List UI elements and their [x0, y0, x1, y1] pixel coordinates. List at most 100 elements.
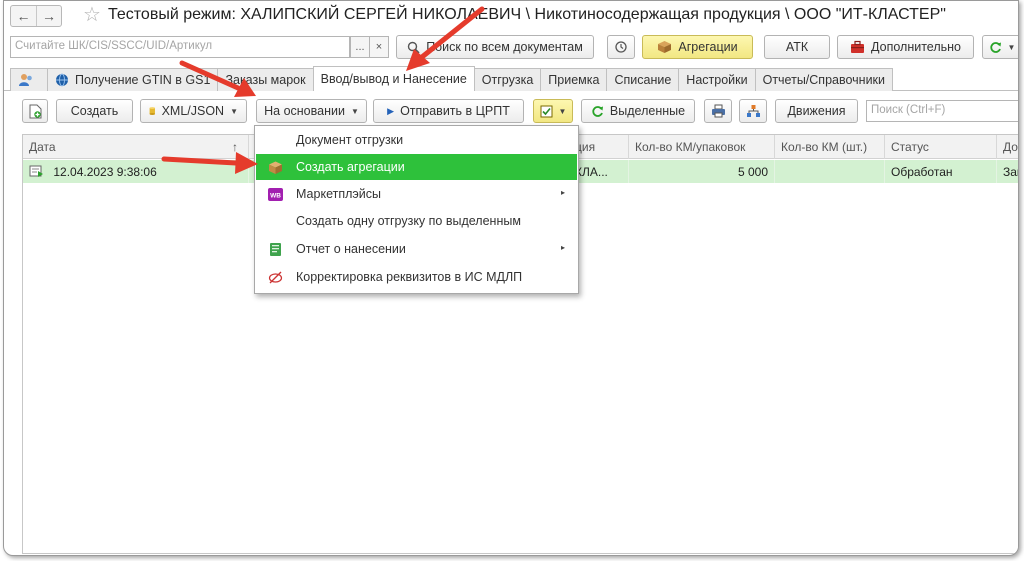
tab-mark-orders-label: Заказы марок [225, 73, 306, 87]
column-km-packages[interactable]: Кол-во КМ/упаковок [629, 135, 775, 159]
send-to-crpt-button[interactable]: ▶ Отправить в ЦРПТ [373, 99, 524, 123]
clock-history-icon [615, 41, 627, 53]
column-doc-type[interactable]: Док [997, 135, 1018, 159]
chevron-down-icon: ▼ [350, 106, 359, 116]
cell-km-packages: 5 000 [629, 160, 775, 183]
check-dropdown-button[interactable]: ▼ [533, 99, 573, 123]
refresh-dropdown-button[interactable]: ▼ [982, 35, 1018, 59]
xml-json-button[interactable]: XML/JSON ▼ [140, 99, 247, 123]
cell-status: Обработан [885, 160, 997, 183]
tab-reports[interactable]: Отчеты/Справочники [754, 68, 893, 91]
menu-item-label: Создать одну отгрузку по выделенным [296, 214, 521, 228]
report-icon [270, 243, 281, 256]
cell-date: 12.04.2023 9:38:06 [23, 160, 249, 183]
forward-arrow-icon[interactable]: → [36, 6, 61, 26]
menu-item-create-single-shipment[interactable]: Создать одну отгрузку по выделенным [256, 208, 577, 234]
menu-item-marketplaces[interactable]: WB Маркетплэйсы ▸ [256, 181, 577, 207]
tab-gtin-gs1[interactable]: Получение GTIN в GS1 [47, 68, 219, 91]
structure-button[interactable] [739, 99, 767, 123]
send-label: Отправить в ЦРПТ [400, 104, 510, 118]
sort-ascending-icon: ↑ [232, 140, 238, 154]
based-on-button[interactable]: На основании ▼ [256, 99, 367, 123]
create-button[interactable]: Создать [56, 99, 133, 123]
column-status[interactable]: Статус [885, 135, 997, 159]
submenu-arrow-icon: ▸ [560, 188, 565, 197]
printer-icon [711, 104, 725, 118]
tab-settings-label: Настройки [686, 73, 748, 87]
movements-label: Движения [787, 104, 846, 118]
tab-acceptance-label: Приемка [548, 73, 600, 87]
document-add-icon [29, 104, 41, 118]
cell-date-text: 12.04.2023 9:38:06 [53, 165, 157, 179]
wb-badge-text: WB [270, 193, 281, 200]
tab-acceptance[interactable]: Приемка [540, 68, 608, 91]
column-date[interactable]: Дата ↑ [23, 135, 249, 159]
column-km-pieces[interactable]: Кол-во КМ (шт.) [775, 135, 885, 159]
cell-km-pieces [775, 160, 885, 183]
chevron-down-icon: ▼ [230, 106, 238, 116]
print-button[interactable] [704, 99, 732, 123]
menu-item-label: Создать агрегации [296, 160, 405, 174]
play-icon: ▶ [387, 105, 395, 116]
column-date-label: Дата [29, 140, 56, 154]
box-icon [658, 41, 672, 53]
menu-item-application-report[interactable]: Отчет о нанесении ▸ [256, 236, 577, 262]
atk-label: АТК [785, 40, 809, 54]
scan-input[interactable]: Считайте ШК/CIS/SSCC/UID/Артикул [10, 36, 350, 58]
aggregations-button[interactable]: Агрегации [642, 35, 753, 59]
additional-label: Дополнительно [871, 40, 961, 54]
tab-gtin-gs1-label: Получение GTIN в GS1 [75, 73, 211, 87]
menu-item-create-aggregations[interactable]: Создать агрегации [256, 154, 577, 180]
search-input[interactable]: Поиск (Ctrl+F) [866, 100, 1018, 122]
chevron-down-icon: ▼ [1007, 42, 1016, 52]
menu-item-label: Отчет о нанесении [296, 242, 406, 256]
search-all-documents-button[interactable]: Поиск по всем документам [396, 35, 594, 59]
hierarchy-icon [746, 105, 760, 117]
based-on-label: На основании [264, 104, 345, 118]
wb-icon: WB [268, 188, 283, 201]
gs1-globe-icon [56, 73, 68, 87]
search-icon [407, 41, 420, 54]
database-icon [149, 107, 155, 115]
tab-users[interactable] [10, 68, 48, 91]
more-button[interactable]: ... [350, 36, 370, 58]
atk-button[interactable]: АТК [764, 35, 830, 59]
chevron-down-icon: ▼ [558, 106, 567, 116]
refresh-icon [592, 105, 603, 117]
tab-shipment[interactable]: Отгрузка [473, 68, 542, 91]
add-document-button[interactable] [22, 99, 48, 123]
submenu-arrow-icon: ▸ [560, 243, 565, 252]
menu-item-shipment-document[interactable]: Документ отгрузки [256, 127, 577, 153]
tab-mark-orders[interactable]: Заказы марок [217, 68, 314, 91]
aggregations-label: Агрегации [678, 40, 738, 54]
menu-item-label: Маркетплэйсы [296, 187, 381, 201]
tab-write-off-label: Списание [614, 73, 672, 87]
window-title: Тестовый режим: ХАЛИПСКИЙ СЕРГЕЙ НИКОЛАЕ… [108, 6, 946, 23]
clear-button[interactable]: × [369, 36, 389, 58]
back-arrow-icon[interactable]: ← [11, 6, 36, 26]
menu-item-mdlp-correction[interactable]: Корректировка реквизитов в ИС МДЛП [256, 264, 577, 290]
tab-reports-label: Отчеты/Справочники [762, 73, 885, 87]
tab-bar: Получение GTIN в GS1 Заказы марок Ввод/в… [10, 66, 893, 91]
checklist-icon [540, 105, 553, 117]
box-icon [269, 161, 282, 174]
tab-input-output[interactable]: Ввод/вывод и Нанесение [312, 66, 475, 91]
movements-button[interactable]: Движения [775, 99, 858, 123]
tab-input-output-label: Ввод/вывод и Нанесение [320, 72, 467, 86]
edit-icon [268, 271, 283, 284]
additional-button[interactable]: Дополнительно [837, 35, 974, 59]
based-on-menu: Документ отгрузки Создать агрегации WB М… [254, 125, 579, 294]
menu-item-label: Корректировка реквизитов в ИС МДЛП [296, 270, 523, 284]
selected-button[interactable]: Выделенные [581, 99, 695, 123]
menu-item-label: Документ отгрузки [296, 133, 404, 147]
app-window: ← → ☆ Тестовый режим: ХАЛИПСКИЙ СЕРГЕЙ Н… [3, 0, 1019, 556]
cell-doc-type: Зака [1003, 165, 1018, 179]
tab-shipment-label: Отгрузка [481, 73, 534, 87]
history-nav: ← → [10, 5, 62, 27]
tab-write-off[interactable]: Списание [606, 68, 680, 91]
favorite-star-icon[interactable]: ☆ [83, 4, 101, 26]
history-button[interactable] [607, 35, 635, 59]
xml-json-label: XML/JSON [161, 104, 225, 118]
tab-settings[interactable]: Настройки [678, 68, 756, 91]
document-posted-icon [29, 165, 43, 177]
